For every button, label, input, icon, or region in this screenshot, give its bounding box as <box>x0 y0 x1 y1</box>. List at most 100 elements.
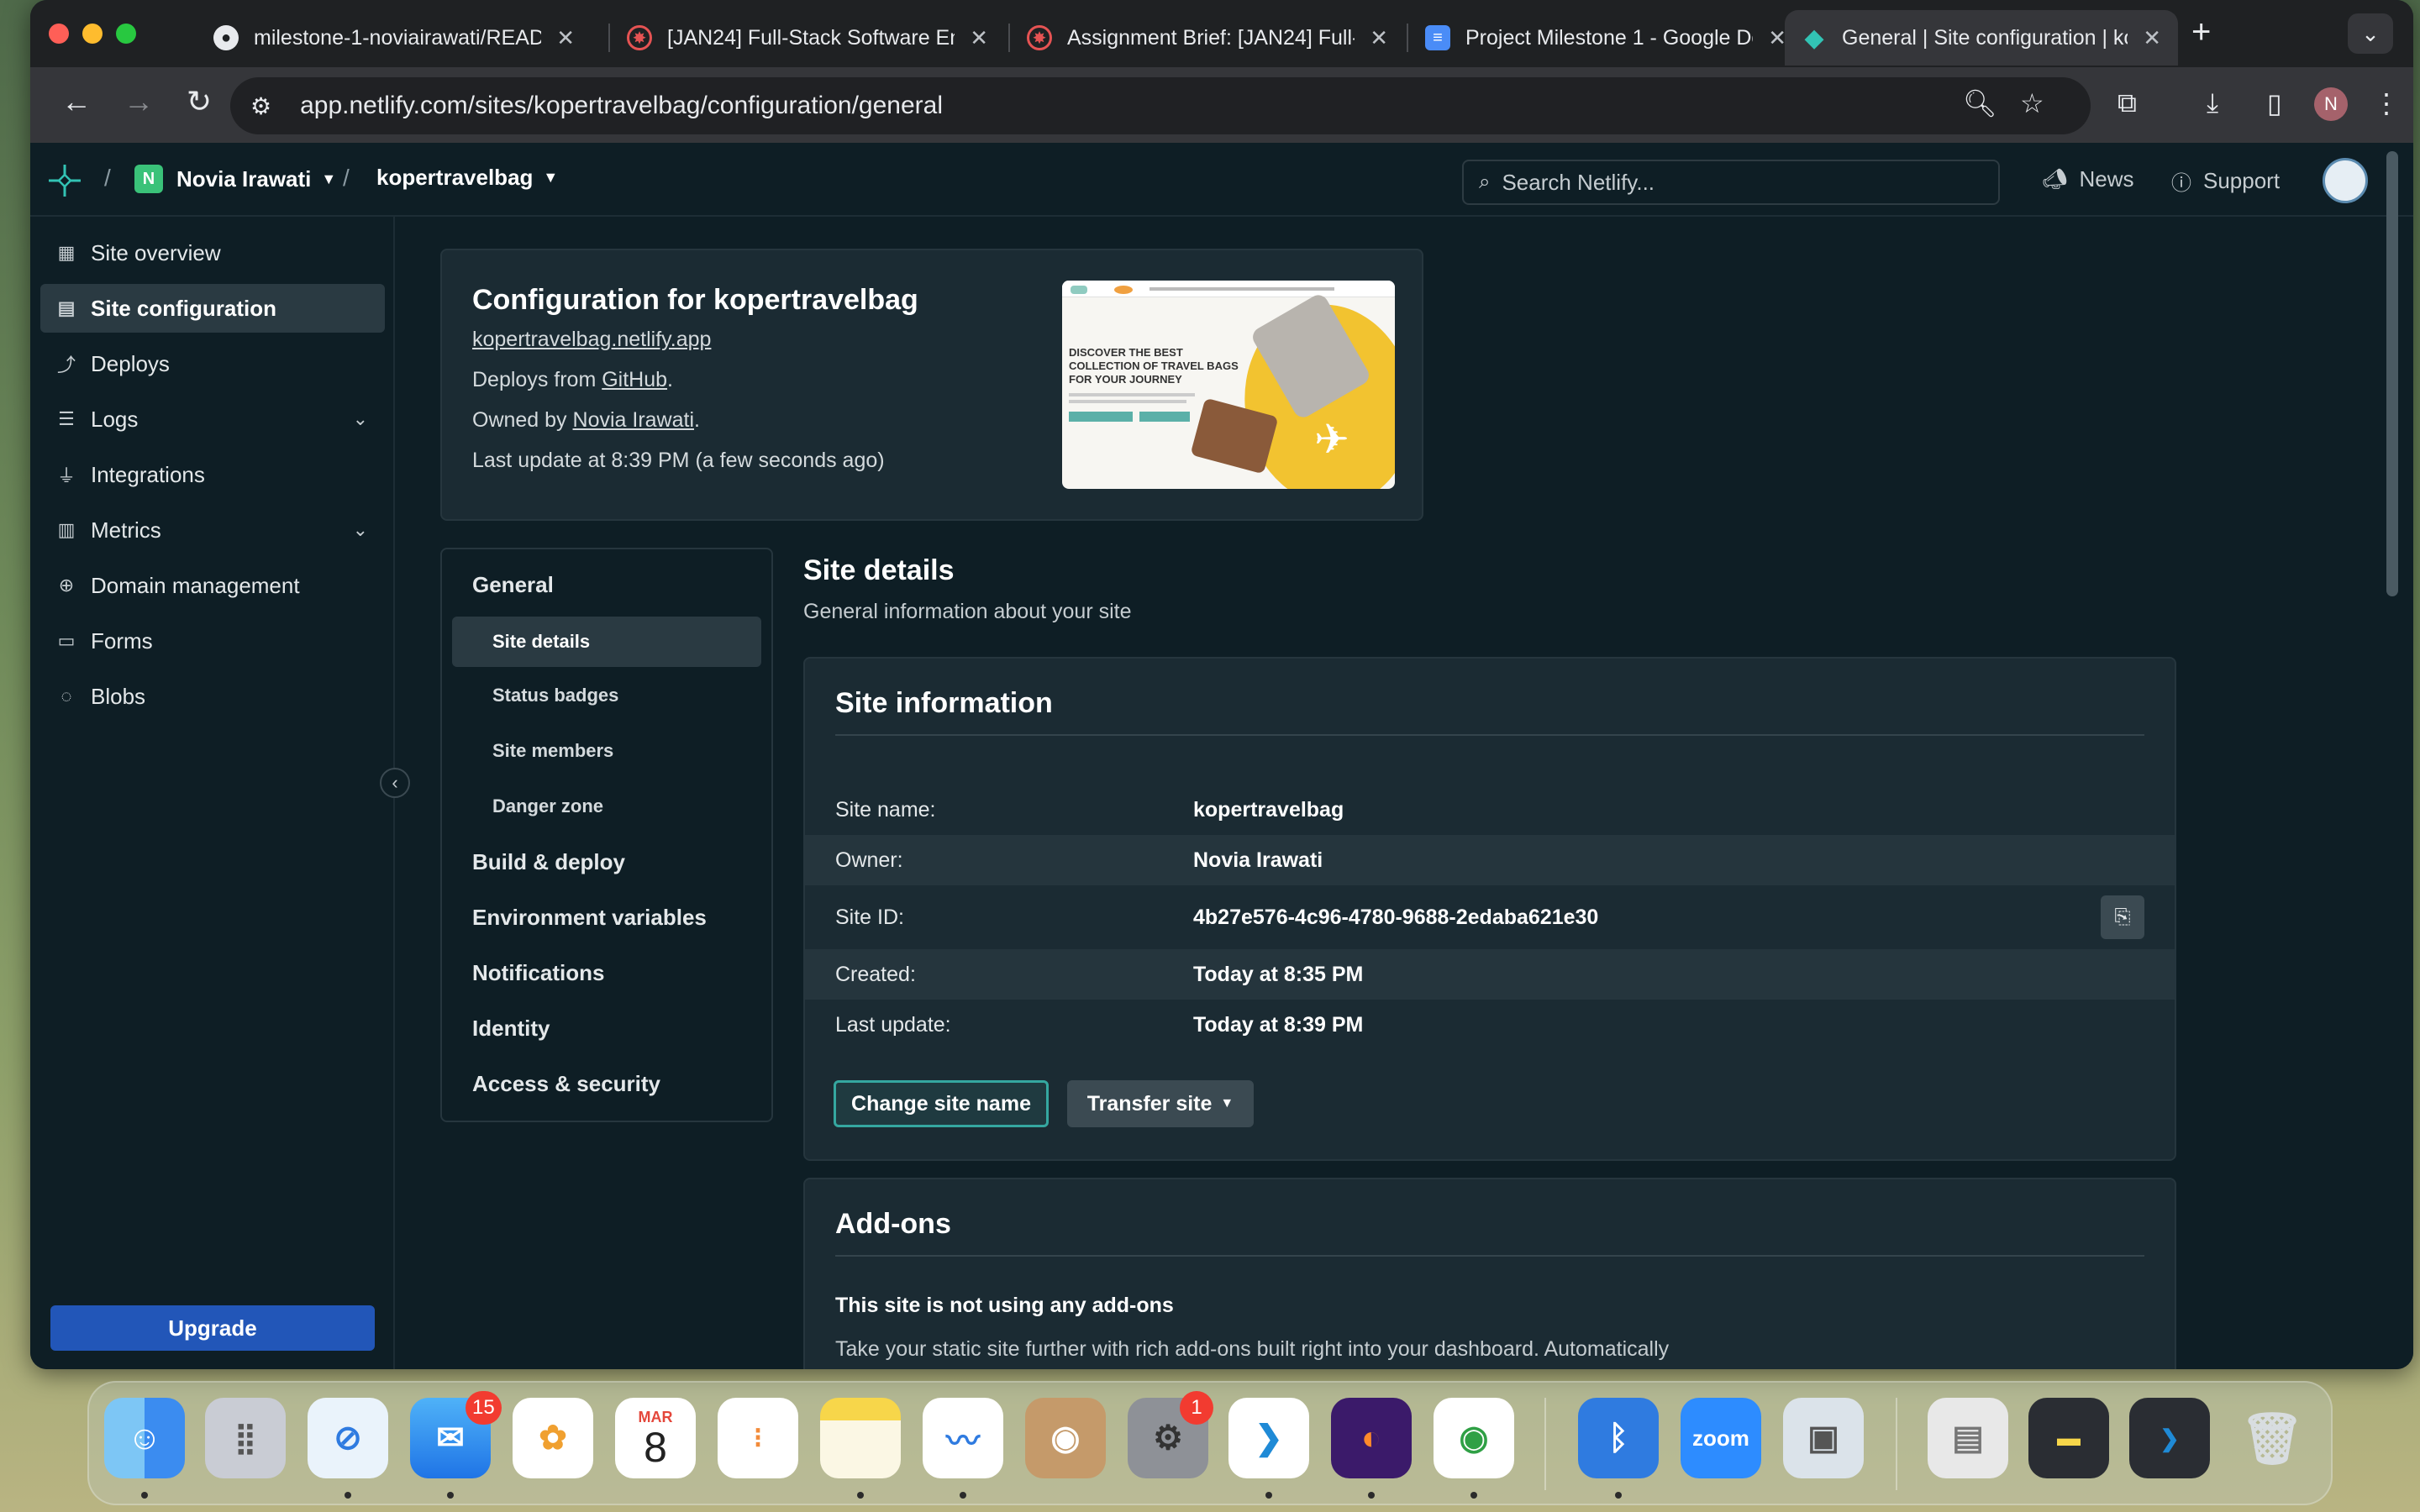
trash-icon[interactable]: 🗑︎ <box>2232 1398 2312 1478</box>
subnav-site-details[interactable]: Site details <box>452 617 761 667</box>
search-input[interactable]: ⌕ Search Netlify... <box>1462 160 2000 205</box>
tab-jan24[interactable]: ✸ [JAN24] Full-Stack Software Engineerin… <box>610 10 1005 66</box>
site-switcher[interactable]: kopertravelbag ▼ <box>376 165 558 191</box>
upgrade-button[interactable]: Upgrade <box>50 1305 375 1351</box>
browser-window: ● milestone-1-noviairawati/README.md ✕ ✸… <box>30 0 2413 1369</box>
chrome-menu-icon[interactable]: ⋮ <box>2373 87 2400 119</box>
collapse-sidebar-button[interactable]: ‹ <box>380 768 410 798</box>
finder-icon[interactable]: ☺ <box>104 1398 185 1478</box>
side-panel-icon[interactable]: ▯ <box>2267 87 2282 119</box>
add-ons-description: Take your static site further with rich … <box>835 1337 1670 1361</box>
preview-icon[interactable]: ▣ <box>1783 1398 1864 1478</box>
safari-icon[interactable]: ⊘ <box>308 1398 388 1478</box>
chevron-down-icon: ▼ <box>321 170 337 187</box>
netlify-page: / N Novia Irawati ▼ / kopertravelbag ▼ ⌕… <box>30 143 2413 1369</box>
tab-search-button[interactable]: ⌄ <box>2348 13 2393 54</box>
info-row-site-name: Site name: kopertravelbag <box>835 797 1344 822</box>
subnav-environment-variables[interactable]: Environment variables <box>442 894 771 941</box>
close-tab-icon[interactable]: ✕ <box>1768 25 1786 51</box>
site-screenshot[interactable]: ✈ DISCOVER THE BEST COLLECTION OF TRAVEL… <box>1062 281 1395 489</box>
add-ons-heading: This site is not using any add-ons <box>835 1294 1174 1317</box>
document-icon[interactable]: ▤ <box>1928 1398 2008 1478</box>
team-switcher[interactable]: N Novia Irawati ▼ <box>134 165 336 193</box>
sidebar-item-logs[interactable]: ☰ Logs ⌄ <box>40 395 385 444</box>
logs-icon: ☰ <box>58 408 75 429</box>
launchpad-icon[interactable]: ⣿ <box>205 1398 286 1478</box>
support-link[interactable]: ⓘ Support <box>2171 166 2280 196</box>
subnav-access-security[interactable]: Access & security <box>442 1060 771 1107</box>
sidebar-item-forms[interactable]: ▭ Forms <box>40 617 385 665</box>
subnav-build-deploy[interactable]: Build & deploy <box>442 838 771 885</box>
close-window-button[interactable] <box>49 24 69 44</box>
site-info-icon[interactable]: ⚙ <box>250 92 271 120</box>
tab-netlify-active[interactable]: ◆ General | Site configuration | kopertr… <box>1785 10 2178 66</box>
megaphone-icon: 📣︎ <box>2042 168 2068 191</box>
site-url-link[interactable]: kopertravelbag.netlify.app <box>472 328 711 351</box>
new-tab-button[interactable]: + <box>2191 13 2211 51</box>
sidebar-item-domain-management[interactable]: ⊕ Domain management <box>40 561 385 610</box>
reload-button[interactable]: ↻ <box>178 84 220 119</box>
user-avatar[interactable] <box>2323 158 2368 203</box>
team-avatar: N <box>134 165 163 193</box>
minimize-window-button[interactable] <box>82 24 103 44</box>
page-scrollbar[interactable] <box>2386 151 2398 596</box>
transfer-site-button[interactable]: Transfer site ▼ <box>1067 1080 1254 1127</box>
owner-link[interactable]: Novia Irawati <box>573 408 695 432</box>
close-tab-icon[interactable]: ✕ <box>2143 25 2161 51</box>
netlify-logo-icon[interactable] <box>44 160 86 202</box>
docs-icon: ≡ <box>1425 25 1450 50</box>
tab-google-docs[interactable]: ≡ Project Milestone 1 - Google Docs ✕ <box>1408 10 1803 66</box>
zoom-icon[interactable]: zoom <box>1681 1398 1761 1478</box>
address-bar[interactable]: ⚙ app.netlify.com/sites/kopertravelbag/c… <box>230 77 2091 134</box>
url-text[interactable]: app.netlify.com/sites/kopertravelbag/con… <box>300 92 943 120</box>
news-link[interactable]: 📣︎ News <box>2042 166 2133 192</box>
reminders-icon[interactable]: ⁝ <box>718 1398 798 1478</box>
forward-button[interactable]: → <box>118 84 160 119</box>
notes-icon[interactable] <box>820 1398 901 1478</box>
config-icon: ▤ <box>57 297 76 318</box>
subnav-notifications[interactable]: Notifications <box>442 949 771 996</box>
sidebar-item-integrations[interactable]: ⏚ Integrations <box>40 450 385 499</box>
vscode-icon[interactable]: ❯ <box>1228 1398 1309 1478</box>
github-icon: ● <box>213 25 239 50</box>
subnav-danger-zone[interactable]: Danger zone <box>442 783 771 830</box>
subnav-site-members[interactable]: Site members <box>442 727 771 774</box>
chevron-down-icon: ▼ <box>1220 1096 1234 1110</box>
sidebar-item-blobs[interactable]: ◌ Blobs <box>40 672 385 721</box>
tab-assignment[interactable]: ✸ Assignment Brief: [JAN24] Full-Stack ✕ <box>1010 10 1405 66</box>
close-tab-icon[interactable]: ✕ <box>556 25 575 51</box>
sidebar-item-metrics[interactable]: ▥ Metrics ⌄ <box>40 506 385 554</box>
info-row-last-update: Last update: Today at 8:39 PM <box>835 1012 1364 1037</box>
zoom-lens-icon[interactable]: 🔍︎ <box>1963 87 1997 119</box>
bluetooth-icon[interactable]: ᛒ <box>1578 1398 1659 1478</box>
chrome-icon[interactable]: ◉ <box>1434 1398 1514 1478</box>
tab-github[interactable]: ● milestone-1-noviairawati/README.md ✕ <box>197 10 592 66</box>
bookmark-star-icon[interactable]: ☆ <box>2020 87 2044 119</box>
sidebar-item-site-configuration[interactable]: ▤ Site configuration <box>40 284 385 333</box>
window-thumbnail-icon[interactable]: ▬ <box>2028 1398 2109 1478</box>
close-tab-icon[interactable]: ✕ <box>970 25 988 51</box>
contacts-icon[interactable]: ◉ <box>1025 1398 1106 1478</box>
subnav-identity[interactable]: Identity <box>442 1005 771 1052</box>
extensions-icon[interactable]: ⧉ <box>2118 87 2137 119</box>
vscode-window-thumbnail-icon[interactable]: ❯ <box>2129 1398 2210 1478</box>
forms-icon: ▭ <box>57 630 76 651</box>
firefox-icon[interactable]: ◐ <box>1331 1398 1412 1478</box>
calendar-icon[interactable]: MAR 8 <box>615 1398 696 1478</box>
photos-icon[interactable]: ✿ <box>513 1398 593 1478</box>
settings-badge: 1 <box>1180 1391 1213 1425</box>
zoom-window-button[interactable] <box>116 24 136 44</box>
profile-avatar[interactable]: N <box>2314 87 2348 121</box>
change-site-name-button[interactable]: Change site name <box>834 1080 1049 1127</box>
github-link[interactable]: GitHub <box>602 368 667 391</box>
download-icon[interactable]: ⤓ <box>2207 87 2218 119</box>
blob-icon: ◌ <box>60 685 72 706</box>
back-button[interactable]: ← <box>55 84 97 119</box>
copy-icon[interactable]: ⎘ <box>2101 895 2144 939</box>
freeform-icon[interactable]: 〰 <box>923 1398 1003 1478</box>
subnav-general[interactable]: General <box>442 561 771 608</box>
sidebar-item-deploys[interactable]: ⤴ Deploys <box>40 339 385 388</box>
subnav-status-badges[interactable]: Status badges <box>442 672 771 719</box>
sidebar-item-site-overview[interactable]: ▦ Site overview <box>40 228 385 277</box>
close-tab-icon[interactable]: ✕ <box>1370 25 1388 51</box>
